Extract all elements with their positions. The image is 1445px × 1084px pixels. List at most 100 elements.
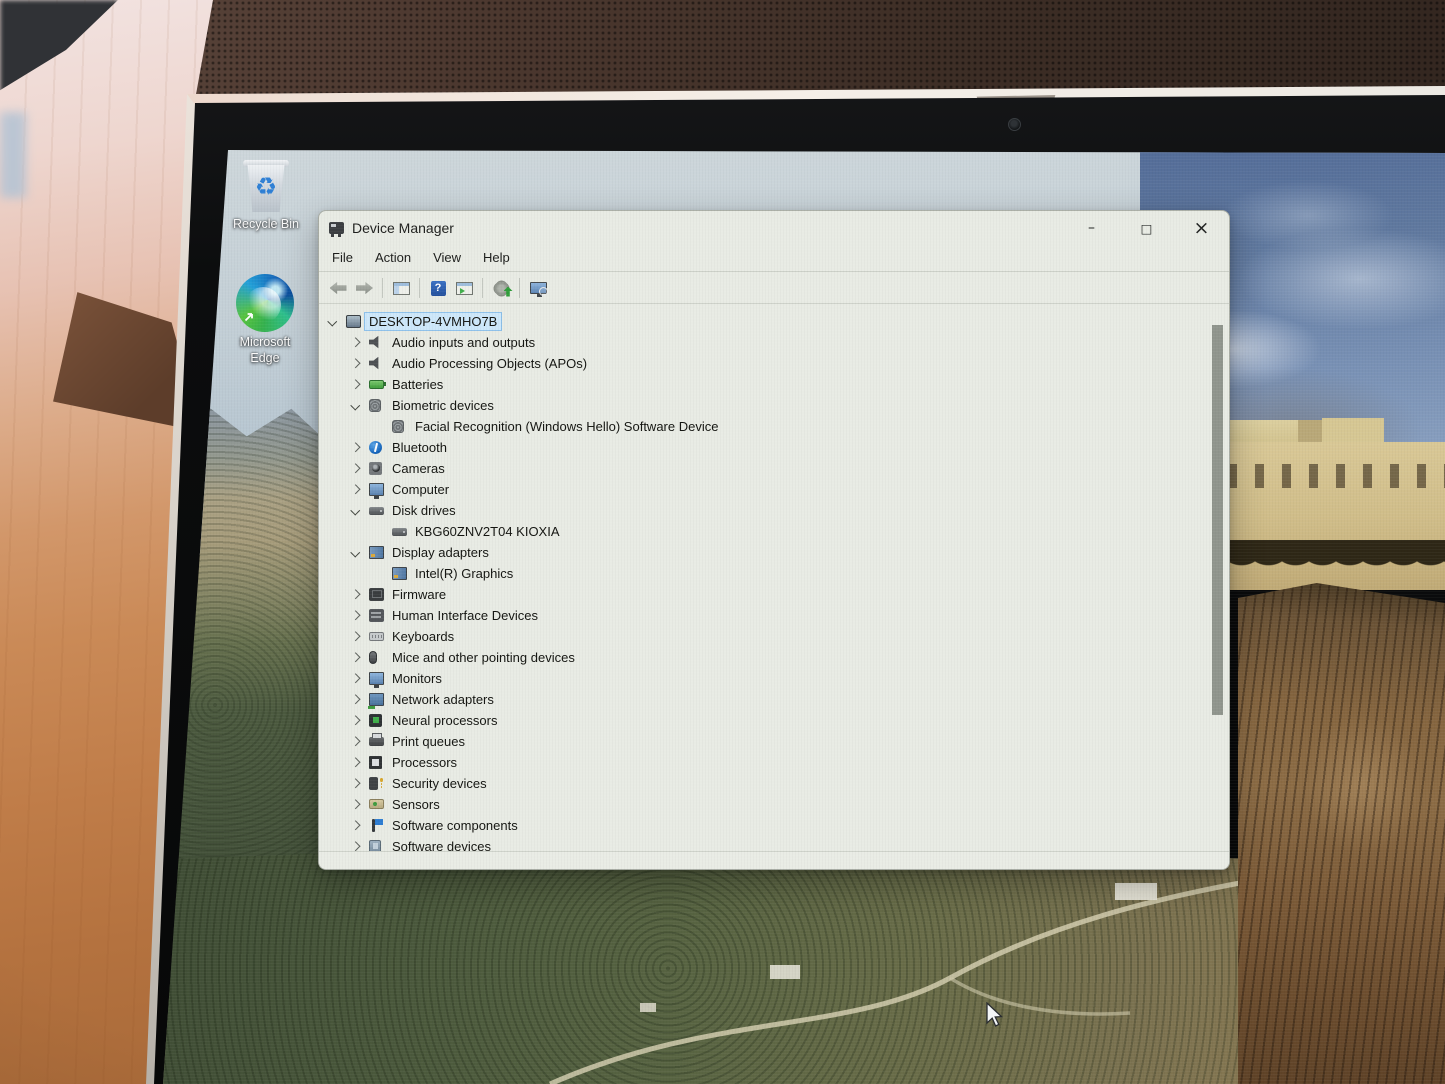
tree-item-computer[interactable]: Computer [319, 479, 1209, 500]
photo-scene: ♻ Recycle Bin Microsoft Edge Device Mana… [0, 0, 1445, 1084]
show-hide-console-tree-button[interactable] [388, 276, 414, 301]
tree-item-label[interactable]: Print queues [388, 733, 469, 750]
tree-item-label[interactable]: Security devices [388, 775, 491, 792]
chevron-right-icon[interactable] [351, 673, 360, 682]
recycle-bin-icon: ♻ [243, 158, 289, 214]
menu-action[interactable]: Action [364, 245, 422, 271]
scan-hardware-changes-button[interactable] [525, 276, 551, 301]
tree-item-bluetooth[interactable]: Bluetooth [319, 437, 1209, 458]
tree-item-processors[interactable]: Processors [319, 752, 1209, 773]
tree-item-label[interactable]: Disk drives [388, 502, 460, 519]
tree-item-label[interactable]: Audio Processing Objects (APOs) [388, 355, 591, 372]
chevron-right-icon[interactable] [351, 379, 360, 388]
tree-item-mice-and-other-pointing-devices[interactable]: Mice and other pointing devices [319, 647, 1209, 668]
tree-item-batteries[interactable]: Batteries [319, 374, 1209, 395]
tree-item-firmware[interactable]: Firmware [319, 584, 1209, 605]
tree-item-audio-processing-objects-apos[interactable]: Audio Processing Objects (APOs) [319, 353, 1209, 374]
tree-item-label[interactable]: Bluetooth [388, 439, 451, 456]
forward-button[interactable] [351, 276, 377, 301]
tree-item-software-components[interactable]: Software components [319, 815, 1209, 836]
tree-item-keyboards[interactable]: Keyboards [319, 626, 1209, 647]
desktop-icon-recycle-bin[interactable]: ♻ Recycle Bin [227, 158, 305, 233]
chevron-right-icon[interactable] [351, 610, 360, 619]
tree-item-label[interactable]: Processors [388, 754, 461, 771]
chevron-down-icon[interactable] [351, 547, 360, 556]
neural-icon [369, 714, 382, 727]
tree-item-neural-processors[interactable]: Neural processors [319, 710, 1209, 731]
tree-item-label[interactable]: Facial Recognition (Windows Hello) Softw… [411, 418, 722, 435]
disk-icon [369, 507, 384, 515]
tree-item-label[interactable]: Mice and other pointing devices [388, 649, 579, 666]
tree-item-label[interactable]: Neural processors [388, 712, 502, 729]
chevron-right-icon[interactable] [351, 694, 360, 703]
chevron-right-icon[interactable] [351, 589, 360, 598]
chevron-down-icon[interactable] [351, 505, 360, 514]
tree-item-label[interactable]: Audio inputs and outputs [388, 334, 539, 351]
tree-item-label[interactable]: KBG60ZNV2T04 KIOXIA [411, 523, 564, 540]
chevron-right-icon[interactable] [351, 799, 360, 808]
tree-item-label[interactable]: Human Interface Devices [388, 607, 542, 624]
scrollbar-thumb[interactable] [1212, 325, 1223, 715]
tree-item-label[interactable]: Software components [388, 817, 522, 834]
tree-item-facial-recognition-windows-hello-software-device[interactable]: Facial Recognition (Windows Hello) Softw… [319, 416, 1209, 437]
back-button[interactable] [325, 276, 351, 301]
chevron-right-icon[interactable] [351, 337, 360, 346]
chevron-right-icon[interactable] [351, 463, 360, 472]
monitor-icon [369, 483, 384, 496]
tree-item-label[interactable]: Cameras [388, 460, 449, 477]
tree-item-label[interactable]: Keyboards [388, 628, 458, 645]
menu-help[interactable]: Help [472, 245, 521, 271]
tree-item-desktop-4vmho7b[interactable]: DESKTOP-4VMHO7B [319, 311, 1209, 332]
chevron-right-icon[interactable] [351, 757, 360, 766]
update-driver-button[interactable] [488, 276, 514, 301]
tree-item-kbg60znv2t04-kioxia[interactable]: KBG60ZNV2T04 KIOXIA [319, 521, 1209, 542]
minimize-button[interactable]: – [1064, 211, 1119, 245]
tree-item-intel-r-graphics[interactable]: Intel(R) Graphics [319, 563, 1209, 584]
tree-item-label[interactable]: Firmware [388, 586, 450, 603]
properties-button[interactable] [451, 276, 477, 301]
tree-item-label[interactable]: Biometric devices [388, 397, 498, 414]
chevron-right-icon[interactable] [351, 652, 360, 661]
chevron-right-icon[interactable] [351, 736, 360, 745]
scrollbar[interactable] [1211, 304, 1225, 853]
chevron-right-icon[interactable] [351, 442, 360, 451]
tree-item-human-interface-devices[interactable]: Human Interface Devices [319, 605, 1209, 626]
maximize-button[interactable]: □ [1119, 211, 1174, 245]
tree-item-print-queues[interactable]: Print queues [319, 731, 1209, 752]
tree-item-security-devices[interactable]: Security devices [319, 773, 1209, 794]
tree-item-label[interactable]: Network adapters [388, 691, 498, 708]
tree-item-label[interactable]: DESKTOP-4VMHO7B [365, 313, 501, 330]
chevron-right-icon[interactable] [351, 820, 360, 829]
edge-shortcut-arrow-icon [243, 311, 255, 323]
tree-item-network-adapters[interactable]: Network adapters [319, 689, 1209, 710]
tree-item-label[interactable]: Monitors [388, 670, 446, 687]
chevron-right-icon[interactable] [351, 484, 360, 493]
tree-item-label[interactable]: Computer [388, 481, 453, 498]
tree-item-label[interactable]: Display adapters [388, 544, 493, 561]
tree-item-display-adapters[interactable]: Display adapters [319, 542, 1209, 563]
chevron-down-icon[interactable] [328, 316, 337, 325]
menu-file[interactable]: File [321, 245, 364, 271]
tree-item-label[interactable]: Intel(R) Graphics [411, 565, 517, 582]
chevron-right-icon[interactable] [351, 631, 360, 640]
desktop-icon-microsoft-edge[interactable]: Microsoft Edge [228, 274, 302, 366]
tree-item-label[interactable]: Batteries [388, 376, 447, 393]
chevron-right-icon[interactable] [351, 778, 360, 787]
close-button[interactable]: × [1174, 211, 1229, 245]
chevron-down-icon[interactable] [351, 400, 360, 409]
tree-item-cameras[interactable]: Cameras [319, 458, 1209, 479]
chevron-right-icon[interactable] [351, 358, 360, 367]
help-button[interactable] [425, 276, 451, 301]
wallpaper-cliff-face [1238, 583, 1445, 1084]
tree-item-label[interactable]: Sensors [388, 796, 444, 813]
tree-item-monitors[interactable]: Monitors [319, 668, 1209, 689]
chevron-right-icon[interactable] [351, 841, 360, 850]
chevron-right-icon[interactable] [351, 715, 360, 724]
tree-item-sensors[interactable]: Sensors [319, 794, 1209, 815]
titlebar[interactable]: Device Manager –□× [319, 211, 1229, 245]
device-manager-icon [329, 222, 344, 234]
tree-item-disk-drives[interactable]: Disk drives [319, 500, 1209, 521]
tree-item-audio-inputs-and-outputs[interactable]: Audio inputs and outputs [319, 332, 1209, 353]
tree-item-biometric-devices[interactable]: Biometric devices [319, 395, 1209, 416]
menu-view[interactable]: View [422, 245, 472, 271]
